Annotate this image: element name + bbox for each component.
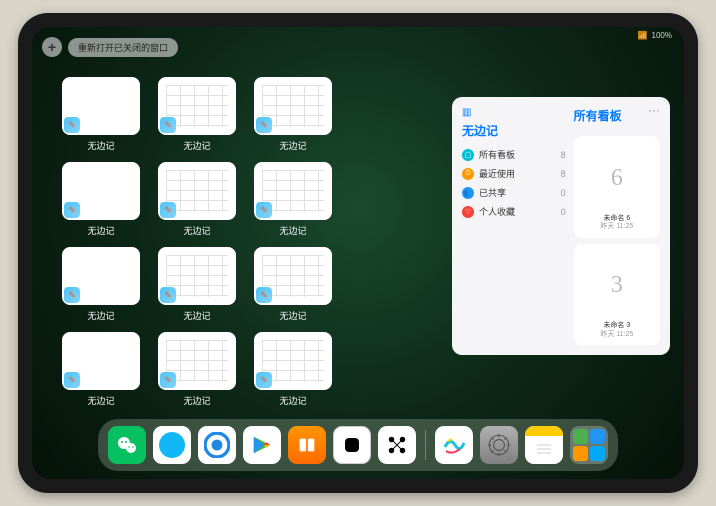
board-sketch-icon: 3 xyxy=(611,250,623,323)
sidebar-item-count: 0 xyxy=(561,188,566,198)
board-card[interactable]: 3未命名 3昨天 11:25 xyxy=(574,244,660,346)
top-bar: + 重新打开已关闭的窗口 xyxy=(42,37,178,57)
freeform-app-icon xyxy=(160,117,176,133)
ipad-frame: 📶 100% + 重新打开已关闭的窗口 无边记无边记无边记无边记无边记无边记无边… xyxy=(18,13,698,493)
window-thumbnail[interactable]: 无边记 xyxy=(252,77,334,152)
dock-wechat-icon[interactable] xyxy=(108,426,146,464)
thumbnail-preview xyxy=(158,162,236,220)
panel-sidebar: ▥ 无边记 ▢ 所有看板 8 ⏱ 最近使用 8 👥 已共享 0 ♡ 个人收藏 0 xyxy=(462,107,566,345)
window-thumbnail[interactable]: 无边记 xyxy=(60,332,142,407)
freeform-app-icon xyxy=(256,287,272,303)
thumbnail-label: 无边记 xyxy=(279,394,306,407)
orange-icon: ⏱ xyxy=(462,168,474,180)
thumbnail-preview xyxy=(62,77,140,135)
sidebar-item-label: 所有看板 xyxy=(479,148,515,161)
window-thumbnail[interactable]: 无边记 xyxy=(60,247,142,322)
window-grid: 无边记无边记无边记无边记无边记无边记无边记无边记无边记无边记无边记无边记 xyxy=(60,77,430,407)
reopen-closed-window-button[interactable]: 重新打开已关闭的窗口 xyxy=(68,38,178,57)
window-thumbnail[interactable]: 无边记 xyxy=(60,162,142,237)
window-thumbnail[interactable]: 无边记 xyxy=(156,77,238,152)
window-thumbnail[interactable]: 无边记 xyxy=(156,332,238,407)
freeform-app-icon xyxy=(160,202,176,218)
thumbnail-preview xyxy=(158,77,236,135)
window-thumbnail[interactable]: 无边记 xyxy=(252,332,334,407)
freeform-app-icon xyxy=(160,372,176,388)
sidebar-item-count: 8 xyxy=(561,169,566,179)
window-thumbnail[interactable]: 无边记 xyxy=(252,247,334,322)
new-window-button[interactable]: + xyxy=(42,37,62,57)
thumbnail-preview xyxy=(254,77,332,135)
wifi-icon: 📶 xyxy=(638,31,648,40)
red-icon: ♡ xyxy=(462,206,474,218)
dock-qq-icon[interactable] xyxy=(153,426,191,464)
freeform-panel[interactable]: ··· ▥ 无边记 ▢ 所有看板 8 ⏱ 最近使用 8 👥 已共享 0 ♡ 个人收藏 0 所有看板 6… xyxy=(452,97,670,355)
sidebar-item[interactable]: ♡ 个人收藏 0 xyxy=(462,202,566,221)
dock-books-icon[interactable] xyxy=(288,426,326,464)
freeform-app-icon xyxy=(160,287,176,303)
dock-browser-icon[interactable] xyxy=(198,426,236,464)
battery-label: 100% xyxy=(652,31,672,40)
thumbnail-preview xyxy=(158,247,236,305)
sidebar-item-count: 8 xyxy=(561,150,566,160)
freeform-app-icon xyxy=(64,202,80,218)
dock-play-icon[interactable] xyxy=(243,426,281,464)
window-thumbnail[interactable]: 无边记 xyxy=(156,247,238,322)
status-bar: 📶 100% xyxy=(638,31,672,40)
cyan-icon: ▢ xyxy=(462,149,474,161)
freeform-app-icon xyxy=(64,287,80,303)
sidebar-item-label: 最近使用 xyxy=(479,167,515,180)
panel-menu-button[interactable]: ··· xyxy=(648,103,660,117)
thumbnail-preview xyxy=(62,332,140,390)
thumbnail-label: 无边记 xyxy=(87,224,114,237)
freeform-app-icon xyxy=(256,202,272,218)
dock xyxy=(98,419,618,471)
thumbnail-preview xyxy=(62,162,140,220)
board-meta: 未命名 3昨天 11:25 xyxy=(600,322,633,339)
window-thumbnail[interactable]: 无边记 xyxy=(252,162,334,237)
dock-notes-icon[interactable] xyxy=(525,426,563,464)
thumbnail-label: 无边记 xyxy=(183,224,210,237)
dock-app2-icon[interactable] xyxy=(378,426,416,464)
panel-boards: 所有看板 6未命名 6昨天 11:253未命名 3昨天 11:25 xyxy=(574,107,660,345)
freeform-app-icon xyxy=(256,117,272,133)
sidebar-item-count: 0 xyxy=(561,207,566,217)
thumbnail-label: 无边记 xyxy=(87,139,114,152)
dock-separator xyxy=(425,430,426,460)
dock-app-folder[interactable] xyxy=(570,426,608,464)
thumbnail-preview xyxy=(158,332,236,390)
thumbnail-label: 无边记 xyxy=(183,139,210,152)
sidebar-toggle-icon[interactable]: ▥ xyxy=(462,107,566,118)
screen: 📶 100% + 重新打开已关闭的窗口 无边记无边记无边记无边记无边记无边记无边… xyxy=(32,27,684,479)
dock-app1-icon[interactable] xyxy=(333,426,371,464)
thumbnail-preview xyxy=(254,332,332,390)
thumbnail-preview xyxy=(62,247,140,305)
sidebar-item-label: 个人收藏 xyxy=(479,205,515,218)
blue-icon: 👥 xyxy=(462,187,474,199)
thumbnail-label: 无边记 xyxy=(279,224,306,237)
sidebar-item[interactable]: 👥 已共享 0 xyxy=(462,183,566,202)
sidebar-item[interactable]: ▢ 所有看板 8 xyxy=(462,145,566,164)
thumbnail-label: 无边记 xyxy=(87,309,114,322)
board-sketch-icon: 6 xyxy=(611,142,623,215)
freeform-app-icon xyxy=(64,372,80,388)
freeform-app-icon xyxy=(256,372,272,388)
thumbnail-label: 无边记 xyxy=(183,394,210,407)
thumbnail-label: 无边记 xyxy=(87,394,114,407)
board-meta: 未命名 6昨天 11:25 xyxy=(600,215,633,232)
window-thumbnail[interactable]: 无边记 xyxy=(60,77,142,152)
thumbnail-label: 无边记 xyxy=(279,139,306,152)
board-card[interactable]: 6未命名 6昨天 11:25 xyxy=(574,136,660,238)
thumbnail-preview xyxy=(254,247,332,305)
sidebar-item[interactable]: ⏱ 最近使用 8 xyxy=(462,164,566,183)
thumbnail-preview xyxy=(254,162,332,220)
dock-freeform-icon[interactable] xyxy=(435,426,473,464)
dock-settings-icon[interactable] xyxy=(480,426,518,464)
thumbnail-label: 无边记 xyxy=(279,309,306,322)
freeform-app-icon xyxy=(64,117,80,133)
thumbnail-label: 无边记 xyxy=(183,309,210,322)
sidebar-item-label: 已共享 xyxy=(479,186,506,199)
panel-left-title: 无边记 xyxy=(462,122,566,139)
window-thumbnail[interactable]: 无边记 xyxy=(156,162,238,237)
